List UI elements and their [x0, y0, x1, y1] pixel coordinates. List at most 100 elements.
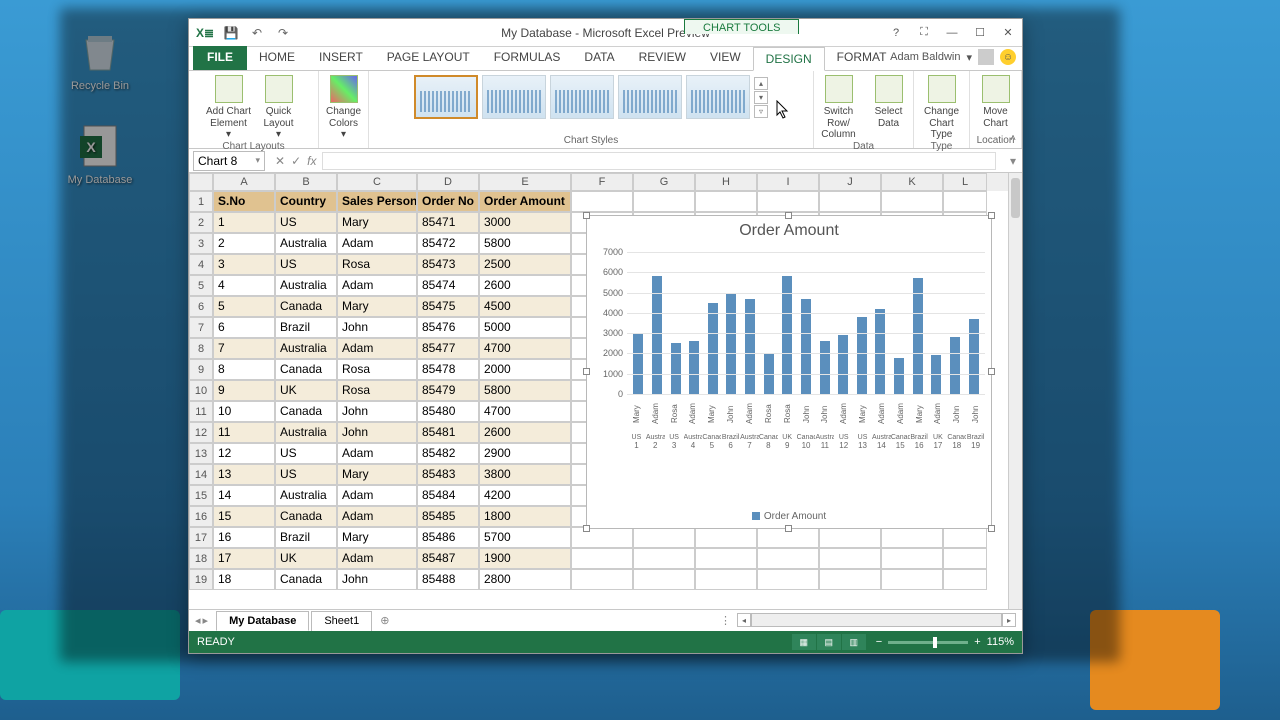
change-colors-button[interactable]: Change Colors▾	[320, 75, 368, 141]
cell[interactable]: UK	[275, 380, 337, 401]
cell[interactable]: 2800	[479, 569, 571, 590]
chart-plot-area[interactable]	[627, 252, 985, 394]
undo-icon[interactable]: ↶	[247, 23, 267, 43]
cell[interactable]	[881, 548, 943, 569]
cell[interactable]: Canada	[275, 401, 337, 422]
tab-insert[interactable]: INSERT	[307, 46, 375, 70]
table-header-cell[interactable]	[943, 191, 987, 212]
maximize-icon[interactable]: ☐	[966, 23, 994, 43]
table-header-cell[interactable]	[571, 191, 633, 212]
cell[interactable]: 6	[213, 317, 275, 338]
cell[interactable]: John	[337, 422, 417, 443]
cell[interactable]: Adam	[337, 548, 417, 569]
cell[interactable]	[757, 548, 819, 569]
row-header[interactable]: 7	[189, 317, 213, 338]
row-header[interactable]: 8	[189, 338, 213, 359]
page-break-view-button[interactable]: ▥	[842, 634, 866, 650]
tab-nav-next-icon[interactable]: ▸	[203, 614, 209, 627]
gallery-down-icon[interactable]: ▾	[754, 91, 768, 104]
close-icon[interactable]: ✕	[994, 23, 1022, 43]
cell[interactable]: John	[337, 317, 417, 338]
name-box[interactable]: Chart 8▾	[193, 151, 265, 171]
cell[interactable]: 5700	[479, 527, 571, 548]
cell[interactable]: 18	[213, 569, 275, 590]
col-header[interactable]: F	[571, 173, 633, 191]
tab-data[interactable]: DATA	[572, 46, 626, 70]
vertical-scrollbar[interactable]	[1008, 173, 1022, 609]
cell[interactable]: 85472	[417, 233, 479, 254]
cell[interactable]: John	[337, 401, 417, 422]
chart-bar[interactable]	[931, 355, 941, 394]
cell[interactable]: Adam	[337, 443, 417, 464]
chart-bar[interactable]	[820, 341, 830, 394]
chart-bar[interactable]	[838, 335, 848, 394]
col-header[interactable]: L	[943, 173, 987, 191]
feedback-icon[interactable]: ☺	[1000, 49, 1016, 65]
tab-page-layout[interactable]: PAGE LAYOUT	[375, 46, 482, 70]
cell[interactable]: Mary	[337, 464, 417, 485]
table-header-cell[interactable]: Order Amount	[479, 191, 571, 212]
row-header[interactable]: 19	[189, 569, 213, 590]
chart-style-2[interactable]	[482, 75, 546, 119]
cell[interactable]: 85474	[417, 275, 479, 296]
table-header-cell[interactable]: Sales Person	[337, 191, 417, 212]
change-chart-type-button[interactable]: Change Chart Type	[918, 75, 966, 141]
cell[interactable]: 85483	[417, 464, 479, 485]
chart-title[interactable]: Order Amount	[587, 216, 991, 242]
cell[interactable]: 4500	[479, 296, 571, 317]
row-header[interactable]: 6	[189, 296, 213, 317]
table-header-cell[interactable]	[757, 191, 819, 212]
cell[interactable]	[695, 527, 757, 548]
cell[interactable]	[943, 569, 987, 590]
cell[interactable]: 4700	[479, 401, 571, 422]
cell[interactable]: 9	[213, 380, 275, 401]
chart-bar[interactable]	[857, 317, 867, 394]
cell[interactable]: Brazil	[275, 527, 337, 548]
cell[interactable]: Mary	[337, 212, 417, 233]
table-header-cell[interactable]: Order No	[417, 191, 479, 212]
cell[interactable]: 10	[213, 401, 275, 422]
chart-style-4[interactable]	[618, 75, 682, 119]
cell[interactable]: Canada	[275, 359, 337, 380]
cell[interactable]: US	[275, 212, 337, 233]
cell[interactable]	[881, 527, 943, 548]
minimize-icon[interactable]: —	[938, 23, 966, 43]
cell[interactable]: 11	[213, 422, 275, 443]
user-avatar[interactable]	[978, 49, 994, 65]
fullscreen-icon[interactable]: ⛶	[910, 23, 938, 43]
formula-input[interactable]	[322, 152, 996, 170]
cell[interactable]: UK	[275, 548, 337, 569]
chart-style-5[interactable]	[686, 75, 750, 119]
row-header[interactable]: 13	[189, 443, 213, 464]
zoom-out-button[interactable]: −	[876, 636, 882, 648]
cell[interactable]: 85482	[417, 443, 479, 464]
col-header[interactable]: B	[275, 173, 337, 191]
cell[interactable]: Mary	[337, 296, 417, 317]
cell[interactable]: 85479	[417, 380, 479, 401]
chart-style-1[interactable]	[414, 75, 478, 119]
cell[interactable]: Adam	[337, 338, 417, 359]
col-header[interactable]: K	[881, 173, 943, 191]
cell[interactable]: 85476	[417, 317, 479, 338]
switch-row-column-button[interactable]: Switch Row/ Column	[815, 75, 863, 141]
cell[interactable]: 1900	[479, 548, 571, 569]
row-header[interactable]: 18	[189, 548, 213, 569]
add-sheet-button[interactable]: ⊕	[372, 611, 397, 630]
cell[interactable]	[633, 569, 695, 590]
col-header[interactable]: G	[633, 173, 695, 191]
cell[interactable]: 4200	[479, 485, 571, 506]
row-header[interactable]: 4	[189, 254, 213, 275]
col-header[interactable]: H	[695, 173, 757, 191]
col-header[interactable]: D	[417, 173, 479, 191]
add-chart-element-button[interactable]: Add Chart Element▾	[205, 75, 253, 141]
cell[interactable]: 2900	[479, 443, 571, 464]
cell[interactable]: 85484	[417, 485, 479, 506]
cell[interactable]	[571, 569, 633, 590]
save-icon[interactable]: 💾	[221, 23, 241, 43]
cell[interactable]: 8	[213, 359, 275, 380]
chart-styles-gallery[interactable]: ▴▾▿	[414, 75, 768, 119]
cell[interactable]: 17	[213, 548, 275, 569]
row-header[interactable]: 9	[189, 359, 213, 380]
row-header[interactable]: 15	[189, 485, 213, 506]
select-all-corner[interactable]	[189, 173, 213, 191]
